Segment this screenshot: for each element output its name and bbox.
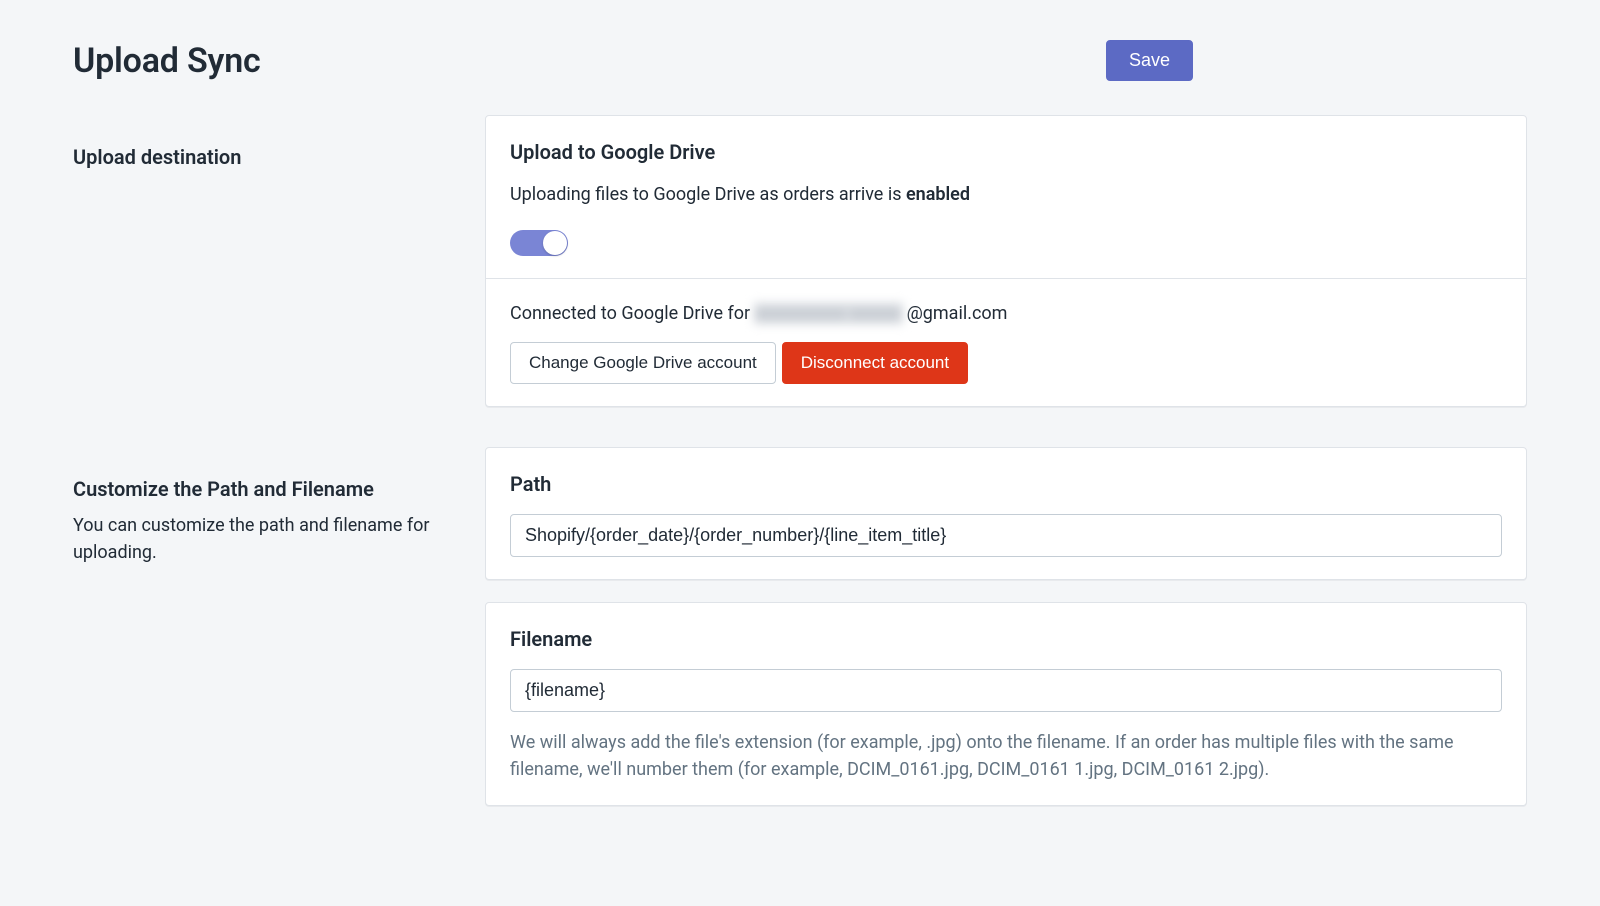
filename-help-text: We will always add the file's extension … bbox=[510, 730, 1502, 782]
section-customize-path-filename: Customize the Path and Filename You can … bbox=[73, 447, 1527, 827]
section-description-customize: You can customize the path and filename … bbox=[73, 513, 461, 565]
card-filename: Filename We will always add the file's e… bbox=[485, 602, 1527, 805]
section-upload-destination: Upload destination Upload to Google Driv… bbox=[73, 115, 1527, 429]
section-heading-customize: Customize the Path and Filename bbox=[73, 477, 461, 501]
connected-prefix: Connected to Google Drive for bbox=[510, 303, 750, 324]
upload-status-value: enabled bbox=[906, 184, 970, 205]
card-path: Path bbox=[485, 447, 1527, 580]
card-upload-google-drive: Upload to Google Drive Uploading files t… bbox=[485, 115, 1527, 407]
upload-status-prefix: Uploading files to Google Drive as order… bbox=[510, 184, 906, 205]
card-title-filename: Filename bbox=[510, 627, 1502, 651]
disconnect-account-button[interactable]: Disconnect account bbox=[782, 342, 968, 384]
filename-input[interactable] bbox=[510, 669, 1502, 712]
connected-account-line: Connected to Google Drive for xxxxxxxxx … bbox=[510, 303, 1007, 324]
page-title: Upload Sync bbox=[73, 41, 261, 81]
card-title-upload-google-drive: Upload to Google Drive bbox=[510, 140, 1502, 164]
card-title-path: Path bbox=[510, 472, 1502, 496]
change-google-account-button[interactable]: Change Google Drive account bbox=[510, 342, 776, 384]
upload-enabled-toggle[interactable] bbox=[510, 230, 568, 256]
save-button[interactable]: Save bbox=[1106, 40, 1193, 81]
upload-status-text: Uploading files to Google Drive as order… bbox=[510, 182, 1502, 208]
toggle-knob bbox=[543, 231, 567, 255]
connected-account-suffix: @gmail.com bbox=[907, 303, 1008, 324]
connected-account-blurred: xxxxxxxxx xxxxx bbox=[754, 303, 902, 324]
path-input[interactable] bbox=[510, 514, 1502, 557]
section-heading-upload-destination: Upload destination bbox=[73, 145, 461, 169]
